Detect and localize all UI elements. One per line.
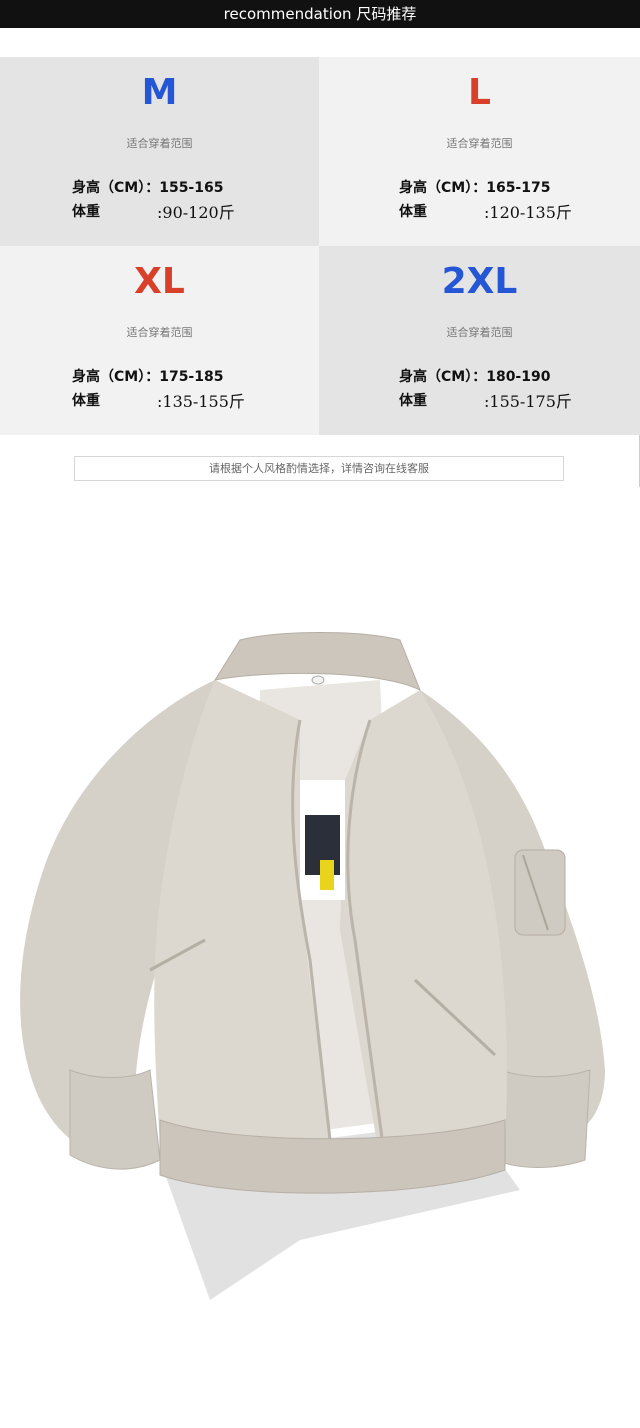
weight-range: :90-120斤 xyxy=(157,203,235,222)
weight-label: 体重 xyxy=(399,204,427,220)
weight-label: 体重 xyxy=(399,393,427,409)
page-header: recommendation 尺码推荐 xyxy=(0,0,640,28)
fit-range-caption: 适合穿着范围 xyxy=(126,137,193,150)
button-icon xyxy=(311,675,325,685)
size-card-m: M 适合穿着范围 身高（CM）：155-165 体重 :90-120斤 xyxy=(0,57,319,246)
sleeve-zip-pocket xyxy=(514,849,566,936)
size-label: L xyxy=(468,72,491,113)
product-image-bomber-jacket xyxy=(0,600,640,1340)
fit-range-caption: 适合穿着范围 xyxy=(446,137,513,150)
size-advice-note: 请根据个人风格酌情选择，详情咨询在线客服 xyxy=(74,456,564,481)
size-card-l: L 适合穿着范围 身高（CM）：165-175 体重 :120-135斤 xyxy=(319,57,640,246)
weight-range: :135-155斤 xyxy=(157,392,245,411)
weight-range: :155-175斤 xyxy=(484,392,572,411)
height-range: 身高（CM）：165-175 xyxy=(399,180,551,196)
size-card-2xl: 2XL 适合穿着范围 身高（CM）：180-190 体重 :155-175斤 xyxy=(319,246,640,435)
weight-label: 体重 xyxy=(72,204,100,220)
jacket-left-cuff xyxy=(69,1069,161,1170)
fit-range-caption: 适合穿着范围 xyxy=(446,326,513,339)
jacket-right-cuff xyxy=(494,1069,591,1168)
size-label: 2XL xyxy=(441,261,518,302)
size-label: M xyxy=(141,72,178,113)
height-range: 身高（CM）：155-165 xyxy=(72,180,224,196)
size-label: XL xyxy=(134,261,185,302)
fit-range-caption: 适合穿着范围 xyxy=(126,326,193,339)
height-range: 身高（CM）：180-190 xyxy=(399,369,551,385)
weight-range: :120-135斤 xyxy=(484,203,572,222)
height-range: 身高（CM）：175-185 xyxy=(72,369,224,385)
header-title: recommendation 尺码推荐 xyxy=(223,5,417,23)
size-recommendation-grid: M 适合穿着范围 身高（CM）：155-165 体重 :90-120斤 L 适合… xyxy=(0,57,640,435)
size-card-xl: XL 适合穿着范围 身高（CM）：175-185 体重 :135-155斤 xyxy=(0,246,319,435)
weight-label: 体重 xyxy=(72,393,100,409)
